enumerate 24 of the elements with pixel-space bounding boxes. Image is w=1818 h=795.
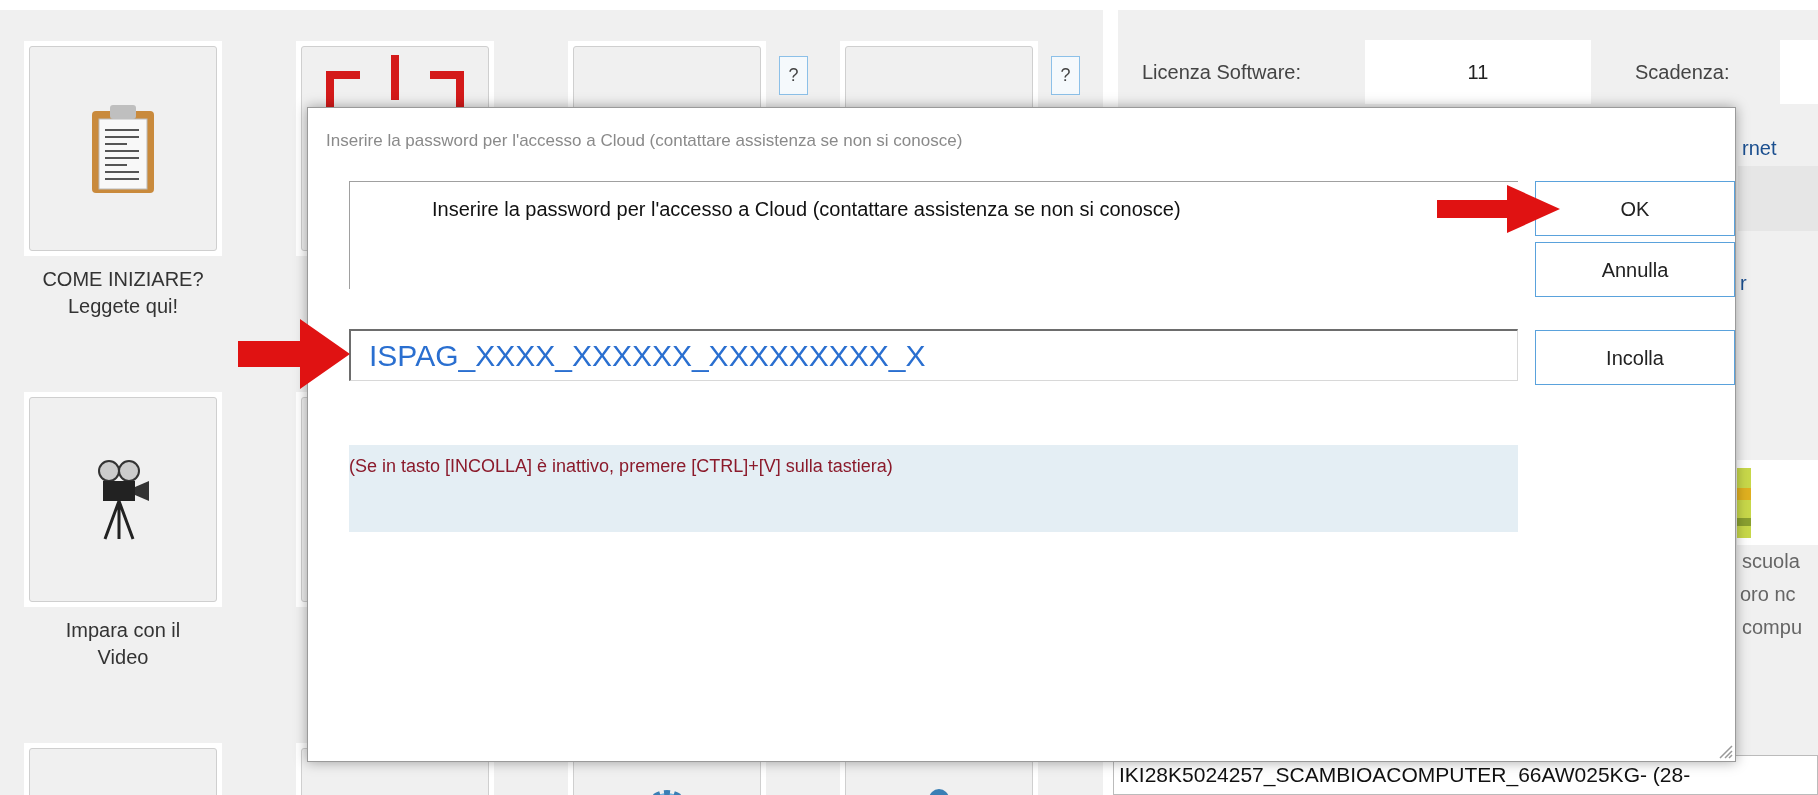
arrow-icon [1437,185,1560,233]
description-text: compu [1742,615,1803,640]
help-button[interactable]: ? [779,56,808,95]
arrow-icon [238,319,350,389]
help-button[interactable]: ? [1051,56,1080,95]
dialog-title: Inserire la password per l'accesso a Cloud (contattare assistenza se non si conosce) [326,131,963,150]
dialog-button[interactable]: Annulla [1535,242,1735,297]
dialog-button[interactable]: OK [1535,181,1735,236]
description-text: scuola [1742,549,1800,574]
license-field: 11 [1365,40,1591,104]
tile-label: COME INIZIARE? Leggete qui! [41,267,205,319]
resize-grip-icon [1717,743,1733,759]
link-text[interactable]: rnet [1742,136,1777,160]
dialog-button[interactable]: Incolla [1535,330,1735,385]
hint-text: (Se in tasto [INCOLLA] è inattivo, premere [CTRL]+[V] sulla tastiera) [349,445,1518,532]
launcher-tile[interactable] [29,397,217,602]
launcher-tile[interactable] [29,46,217,251]
password-field[interactable]: ISPAG_XXXX_XXXXXX_XXXXXXXXX_X [349,329,1518,381]
tile-label: Impara con il Video [64,618,182,670]
link-text[interactable]: r [1740,271,1747,295]
license-label: Licenza Software: [1142,60,1302,85]
expiry-label: Scadenza: [1635,60,1731,85]
clipboard-icon [90,102,156,195]
description-text: oro nc [1740,582,1796,607]
